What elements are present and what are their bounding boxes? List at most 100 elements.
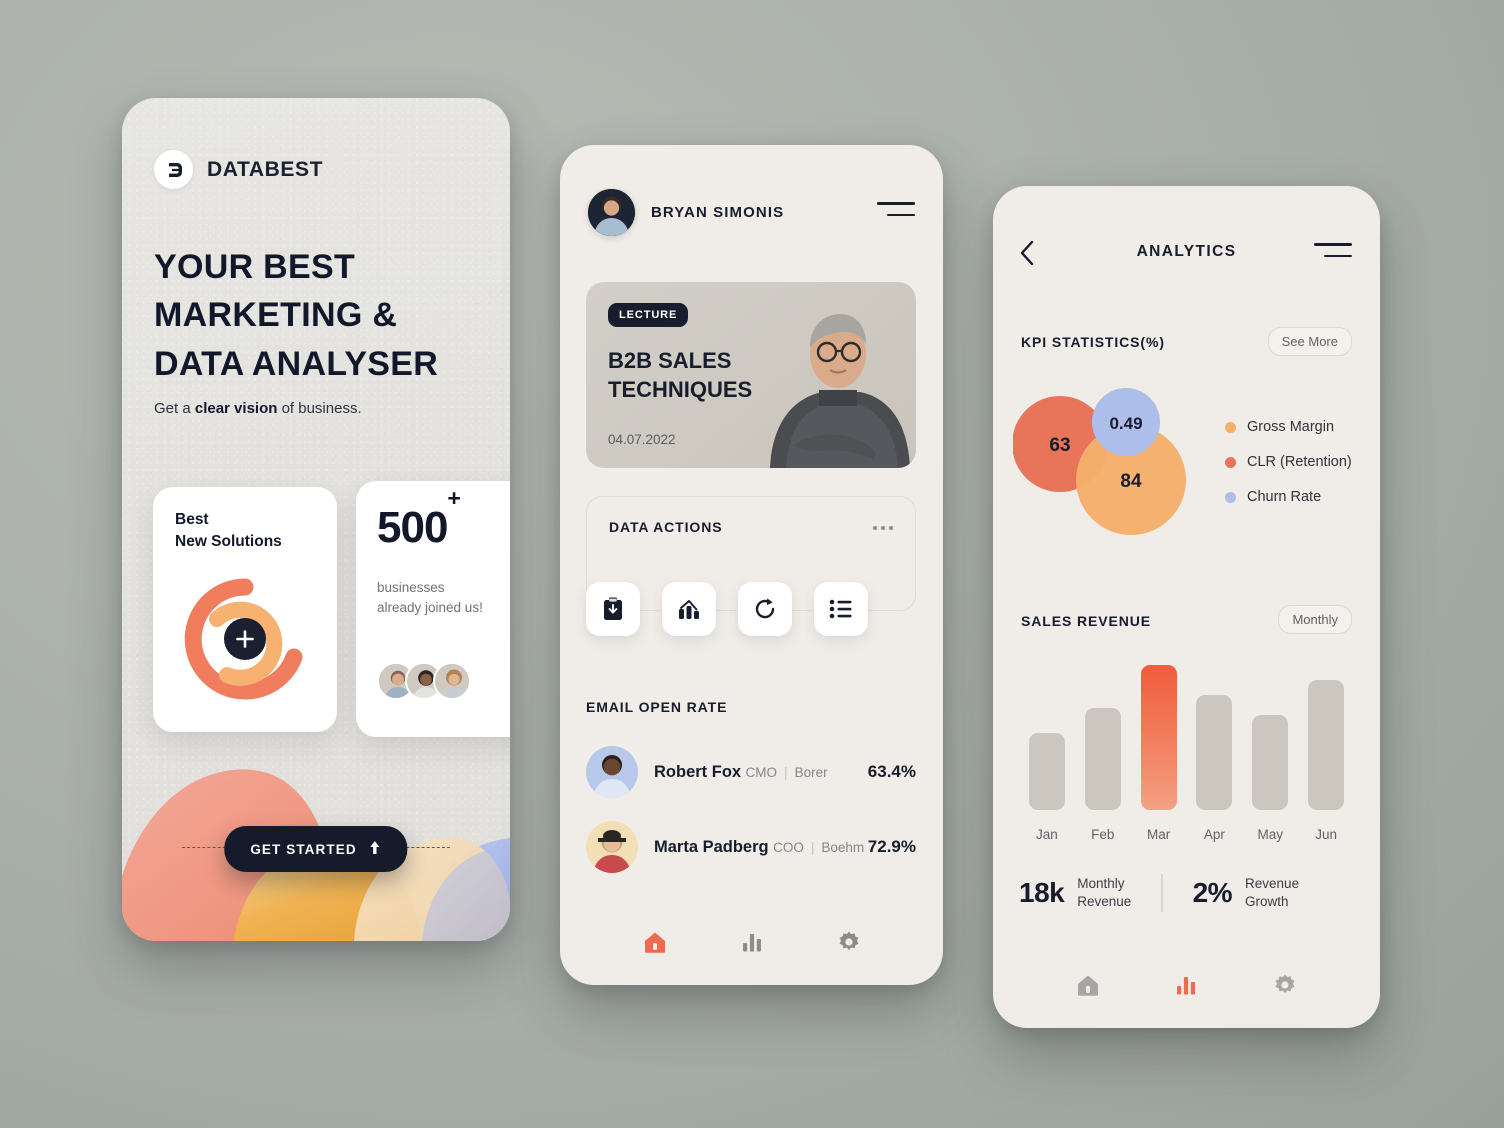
bar-apr[interactable]: [1196, 695, 1233, 810]
data-actions-title: DATA ACTIONS: [609, 519, 723, 535]
bottom-tabbar: [993, 968, 1380, 1002]
divider: [1161, 874, 1163, 912]
list-item-info: Robert Fox CMO | Borer: [654, 763, 868, 782]
bar-label: May: [1257, 827, 1283, 842]
open-rate-value: 63.4%: [867, 762, 916, 781]
refresh-icon: [755, 598, 775, 619]
lecture-title: B2B SALES TECHNIQUES: [608, 348, 753, 403]
bar-may[interactable]: [1252, 715, 1289, 810]
list-item[interactable]: Robert Fox CMO | Borer 63.4%: [586, 744, 916, 800]
card-title: Best New Solutions: [175, 511, 282, 550]
card-best-new-solutions[interactable]: Best New Solutions: [153, 487, 337, 732]
lecture-card[interactable]: LECTURE B2B SALES TECHNIQUES 04.07.2022: [586, 282, 916, 468]
stat-value: 2%: [1192, 877, 1233, 908]
hero-sub-strong: clear vision: [194, 400, 278, 417]
list-item[interactable]: Marta Padberg COO | Boehm 72.9%: [586, 819, 916, 875]
email-open-rate-title: EMAIL OPEN RATE: [586, 699, 728, 715]
lecture-badge: LECTURE: [608, 303, 689, 327]
list-icon: [829, 599, 852, 619]
bottom-tabbar: [560, 925, 943, 959]
import-data-action[interactable]: [586, 582, 640, 636]
stat-monthly-revenue: 18k Monthly Revenue: [1019, 875, 1131, 911]
hamburger-menu-icon[interactable]: [1314, 243, 1352, 258]
user-avatar[interactable]: [588, 189, 635, 236]
tab-home[interactable]: [635, 925, 675, 959]
contact-company: Borer: [794, 764, 828, 780]
tab-settings[interactable]: [829, 925, 869, 959]
home-icon: [644, 932, 665, 953]
avatar: [433, 662, 471, 700]
bar-label: Apr: [1203, 827, 1225, 842]
period-selector-button[interactable]: Monthly: [1278, 605, 1352, 634]
bar-jan[interactable]: [1028, 732, 1065, 810]
legend-item[interactable]: CLR (Retention): [1225, 454, 1352, 470]
bar-label: Jun: [1315, 827, 1337, 842]
bar-label: Mar: [1146, 827, 1171, 842]
concentric-ring-graphic: [181, 575, 309, 703]
contact-meta: CMO | Borer: [746, 765, 828, 780]
user-name: BRYAN SIMONIS: [651, 204, 785, 221]
chevron-left-icon[interactable]: [1019, 240, 1043, 270]
arrow-up-icon: [369, 840, 382, 858]
bar-chart-icon: [679, 600, 699, 619]
bubble-label-clr: 63: [1049, 435, 1070, 456]
stat-revenue-growth: 2% Revenue Growth: [1193, 875, 1300, 911]
legend-label: Gross Margin: [1247, 419, 1335, 435]
tab-home[interactable]: [1068, 968, 1108, 1002]
lecture-date: 04.07.2022: [608, 432, 676, 447]
kpi-legend: Gross Margin CLR (Retention) Churn Rate: [1225, 419, 1352, 524]
tab-analytics[interactable]: [732, 925, 772, 959]
get-started-button[interactable]: GET STARTED: [224, 826, 408, 872]
businesses-count: 500+: [377, 485, 461, 553]
legend-dot-churn: [1225, 491, 1236, 503]
businesses-plus: +: [447, 485, 460, 512]
brand-logo: DATABEST: [154, 150, 323, 189]
phone-analytics-screen: ANALYTICS KPI STATISTICS(%) See More 63 …: [993, 186, 1380, 1028]
legend-item[interactable]: Churn Rate: [1225, 489, 1352, 505]
dashboard-header: BRYAN SIMONIS: [588, 189, 784, 236]
data-action-buttons: [586, 582, 868, 636]
phone-onboarding-screen: DATABEST YOUR BEST MARKETING & DATA ANAL…: [122, 98, 510, 941]
avatar: [586, 746, 638, 798]
refresh-data-action[interactable]: [738, 582, 792, 636]
gear-icon: [1275, 974, 1295, 994]
sales-revenue-title: SALES REVENUE: [1021, 613, 1151, 629]
kpi-statistics-title: KPI STATISTICS(%): [1021, 334, 1165, 350]
contact-role: COO: [773, 839, 804, 855]
open-rate-value: 72.9%: [867, 837, 916, 856]
tab-settings[interactable]: [1265, 968, 1305, 1002]
legend-item[interactable]: Gross Margin: [1225, 419, 1352, 435]
avatar: [586, 821, 638, 873]
page-title: ANALYTICS: [1136, 243, 1237, 260]
hamburger-menu-icon[interactable]: [877, 202, 915, 217]
contact-name: Marta Padberg: [654, 837, 769, 856]
more-options-icon[interactable]: [873, 526, 893, 530]
contact-name: Robert Fox: [654, 762, 742, 781]
contact-company: Boehm: [821, 839, 865, 855]
meta-separator: |: [810, 839, 815, 855]
bubble-label-gross: 84: [1120, 471, 1142, 492]
bar-feb[interactable]: [1084, 707, 1121, 810]
businesses-number: 500: [377, 503, 448, 552]
see-more-button[interactable]: See More: [1267, 327, 1352, 356]
summary-stats: 18k Monthly Revenue 2% Revenue Growth: [1019, 874, 1354, 912]
chart-data-action[interactable]: [662, 582, 716, 636]
businesses-description: businesses already joined us!: [377, 580, 483, 615]
databest-logo-icon: [154, 150, 193, 189]
contact-role: CMO: [745, 764, 778, 780]
phone-dashboard-screen: BRYAN SIMONIS LECTURE B2B SALES TECHNIQU…: [560, 145, 943, 985]
legend-label: Churn Rate: [1247, 489, 1322, 505]
tab-analytics[interactable]: [1166, 968, 1206, 1002]
meta-separator: |: [784, 764, 788, 780]
legend-label: CLR (Retention): [1247, 454, 1352, 470]
card-businesses-joined[interactable]: 500+ businesses already joined us!: [356, 481, 510, 737]
stat-label: Monthly Revenue: [1077, 876, 1132, 909]
kpi-bubble-chart: 63 0.49 84: [1013, 388, 1186, 535]
home-icon: [1078, 975, 1099, 996]
list-data-action[interactable]: [814, 582, 868, 636]
legend-dot-clr: [1225, 456, 1236, 468]
bar-jun[interactable]: [1308, 680, 1345, 810]
bar-mar[interactable]: [1140, 665, 1177, 810]
page-title: YOUR BEST MARKETING & DATA ANALYSER: [154, 248, 439, 383]
chart-icon: [1177, 977, 1196, 995]
